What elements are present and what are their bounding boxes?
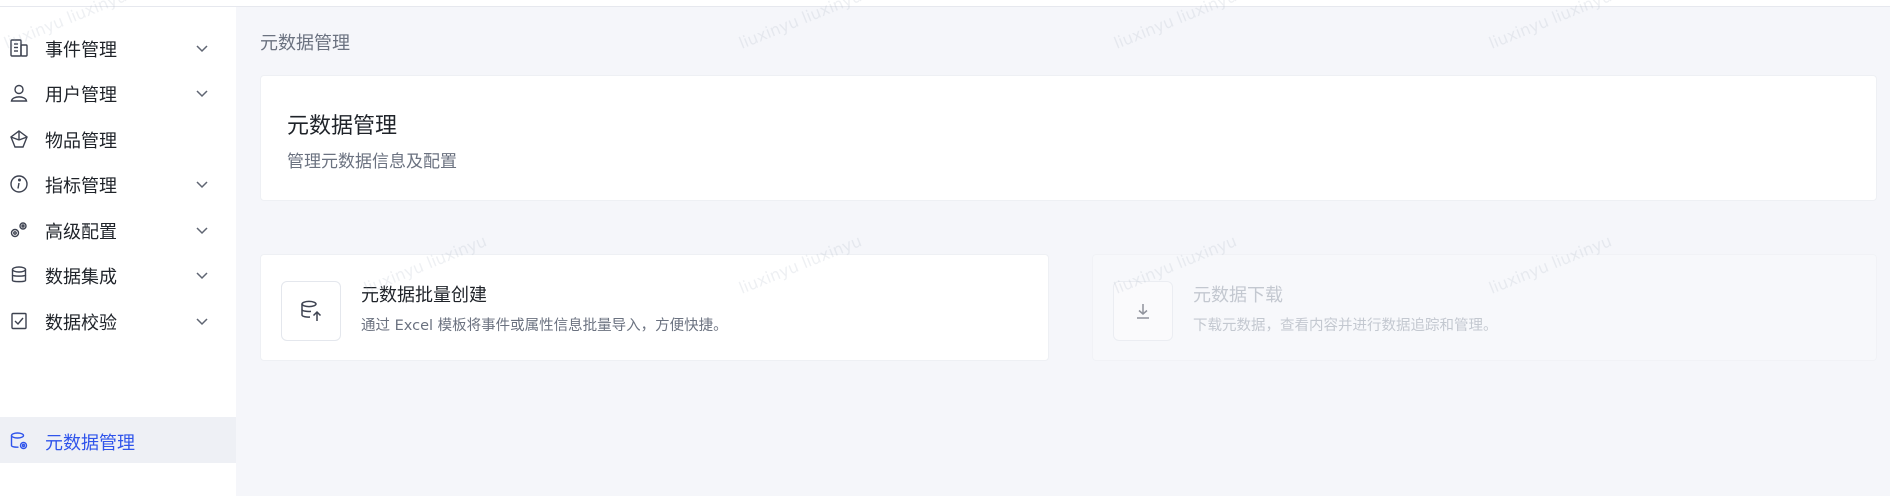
page-title: 元数据管理 (287, 114, 398, 139)
sidebar-item-label: 数据集成 (45, 267, 117, 288)
page-subtitle: 管理元数据信息及配置 (287, 152, 457, 172)
sidebar-item-label: 物品管理 (45, 131, 117, 152)
sidebar-item-event-management[interactable]: 事件管理 (0, 24, 236, 70)
sidebar-item-advanced-config[interactable]: 高级配置 (0, 206, 236, 252)
document-icon (8, 37, 30, 59)
card-title: 元数据下载 (1193, 285, 1283, 306)
info-circle-icon (8, 173, 30, 195)
database-upload-icon (281, 281, 341, 341)
sidebar-item-data-integration[interactable]: 数据集成 (0, 251, 236, 297)
chevron-down-icon[interactable] (195, 40, 209, 54)
main-content: 元数据管理 元数据管理 管理元数据信息及配置 元数据批量创建 通过 Excel … (236, 7, 1890, 496)
metadata-bulk-create-card[interactable]: 元数据批量创建 通过 Excel 模板将事件或属性信息批量导入，方便快捷。 (260, 254, 1049, 361)
page-header-card: 元数据管理 管理元数据信息及配置 (260, 75, 1877, 201)
gears-icon (8, 219, 30, 241)
card-description: 通过 Excel 模板将事件或属性信息批量导入，方便快捷。 (361, 318, 728, 334)
sidebar-item-user-management[interactable]: 用户管理 (0, 69, 236, 115)
database-settings-icon (8, 430, 30, 452)
chevron-down-icon[interactable] (195, 267, 209, 281)
card-description: 下载元数据，查看内容并进行数据追踪和管理。 (1193, 318, 1498, 334)
sidebar-item-label: 用户管理 (45, 85, 117, 106)
user-icon (8, 82, 30, 104)
sidebar-item-metadata-management[interactable]: 元数据管理 (0, 417, 236, 463)
chevron-down-icon[interactable] (195, 313, 209, 327)
card-title: 元数据批量创建 (361, 285, 487, 306)
sidebar: 事件管理 用户管理 物品管理 指标管理 高级配置 数据集成 数据校验 元数据管理 (0, 7, 236, 496)
chevron-down-icon[interactable] (195, 176, 209, 190)
breadcrumb: 元数据管理 (260, 33, 350, 54)
sidebar-item-label: 数据校验 (45, 313, 117, 334)
sidebar-item-metric-management[interactable]: 指标管理 (0, 160, 236, 206)
sidebar-item-label: 元数据管理 (45, 433, 135, 454)
cube-icon (8, 128, 30, 150)
chevron-down-icon[interactable] (195, 222, 209, 236)
checklist-icon (8, 310, 30, 332)
metadata-download-card[interactable]: 元数据下载 下载元数据，查看内容并进行数据追踪和管理。 (1092, 254, 1877, 361)
download-icon (1113, 281, 1173, 341)
sidebar-item-label: 高级配置 (45, 222, 117, 243)
sidebar-item-item-management[interactable]: 物品管理 (0, 115, 236, 161)
sidebar-item-label: 指标管理 (45, 176, 117, 197)
database-icon (8, 264, 30, 286)
chevron-down-icon[interactable] (195, 85, 209, 99)
sidebar-item-data-validation[interactable]: 数据校验 (0, 297, 236, 343)
top-bar (0, 0, 1890, 7)
sidebar-item-label: 事件管理 (45, 40, 117, 61)
